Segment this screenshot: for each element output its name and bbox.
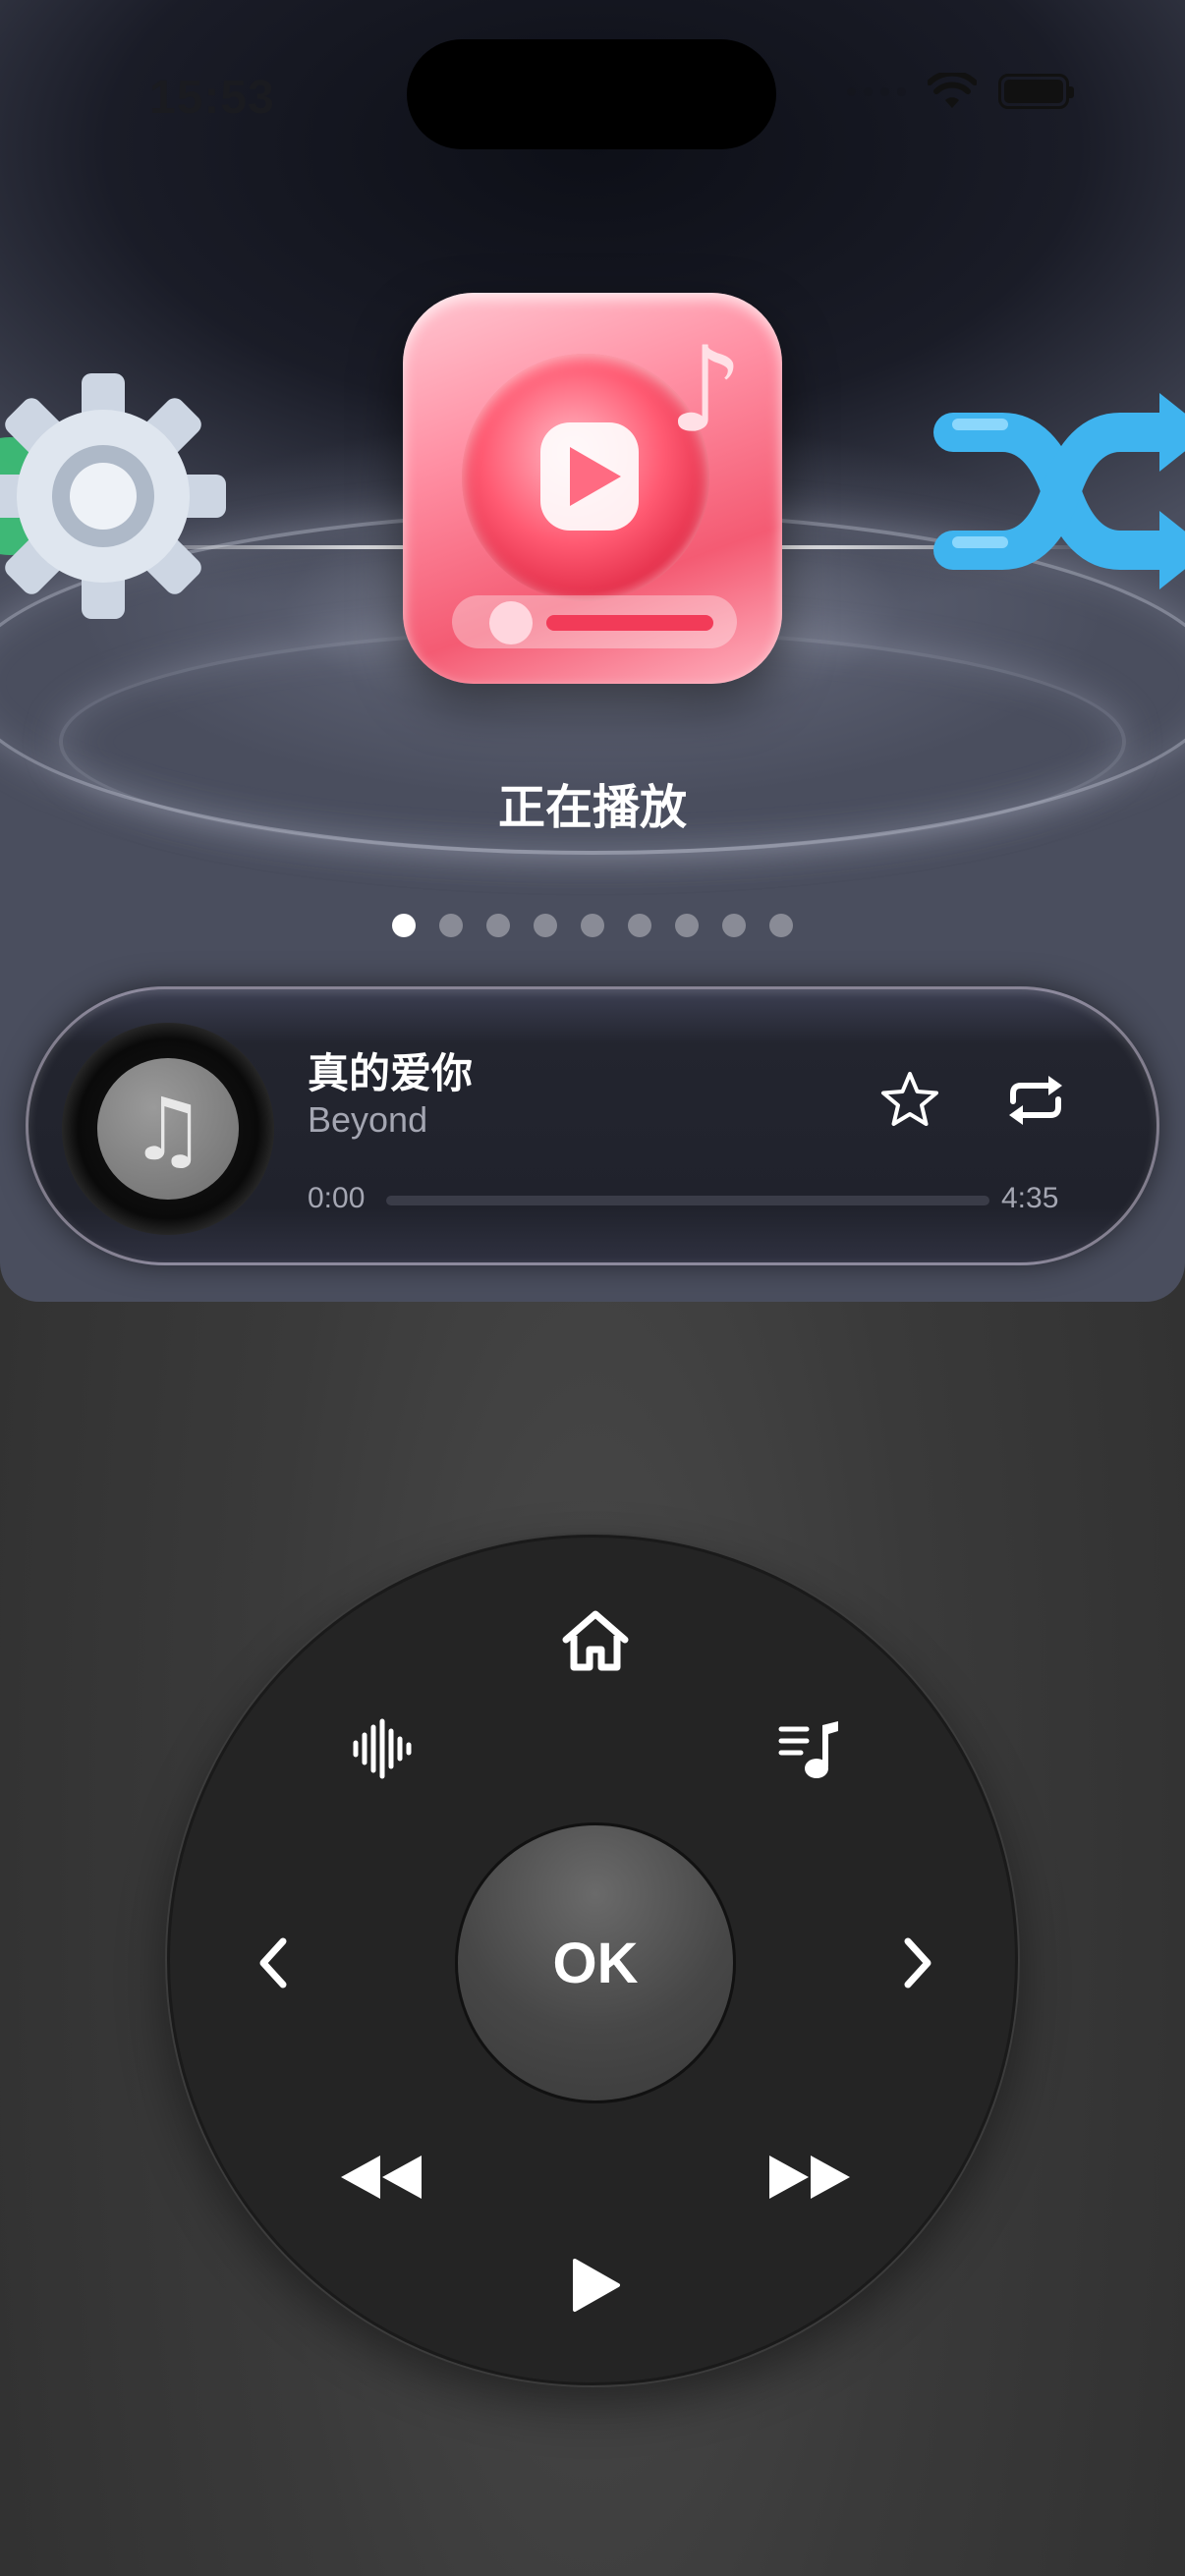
wifi-icon bbox=[928, 73, 977, 108]
progress-graphic bbox=[452, 595, 737, 648]
cellular-signal-icon bbox=[847, 86, 906, 96]
waveform-icon bbox=[353, 1718, 412, 1779]
rewind-icon bbox=[341, 2156, 422, 2199]
page-dot[interactable] bbox=[722, 914, 746, 937]
music-note-icon: ♪ bbox=[668, 322, 744, 459]
page-dot[interactable] bbox=[439, 914, 463, 937]
song-title: 真的爱你 bbox=[308, 1049, 474, 1097]
battery-icon bbox=[998, 74, 1074, 109]
right-button[interactable] bbox=[864, 1909, 972, 2017]
music-player-icon[interactable]: ♪ bbox=[403, 293, 782, 684]
page-dot[interactable] bbox=[675, 914, 699, 937]
status-time: 15:53 bbox=[149, 72, 275, 124]
dynamic-island bbox=[407, 39, 776, 149]
page-indicator[interactable] bbox=[0, 914, 1185, 937]
album-artwork: ♫ bbox=[62, 1023, 274, 1235]
current-app-label: 正在播放 bbox=[497, 780, 687, 835]
total-time: 4:35 bbox=[1001, 1182, 1059, 1214]
rewind-button[interactable] bbox=[327, 2123, 435, 2231]
page-dot[interactable] bbox=[486, 914, 510, 937]
song-artist: Beyond bbox=[308, 1099, 428, 1140]
star-icon bbox=[881, 1072, 938, 1126]
repeat-button[interactable] bbox=[1001, 1066, 1070, 1135]
current-time: 0:00 bbox=[308, 1182, 366, 1214]
page-dot[interactable] bbox=[534, 914, 557, 937]
remote-control-wheel: OK bbox=[167, 1535, 1018, 2385]
fast-forward-button[interactable] bbox=[756, 2123, 864, 2231]
chevron-right-icon bbox=[904, 1937, 931, 1988]
play-icon bbox=[573, 2259, 620, 2312]
now-playing-card[interactable]: ♫ 真的爱你 Beyond 0:00 4:35 bbox=[26, 986, 1159, 1265]
left-button[interactable] bbox=[219, 1909, 327, 2017]
gear-icon[interactable] bbox=[0, 354, 246, 639]
home-button[interactable] bbox=[541, 1587, 649, 1695]
playlist-icon bbox=[778, 1721, 838, 1778]
status-icons bbox=[847, 73, 1074, 110]
shuffle-icon[interactable] bbox=[933, 354, 1185, 639]
favorite-button[interactable] bbox=[875, 1066, 944, 1135]
ok-button[interactable]: OK bbox=[455, 1822, 736, 2103]
music-note-icon: ♫ bbox=[97, 1058, 239, 1200]
hero-carousel: 15:53 ♪ 正在播放 ♫ 真的爱你 Beyond 0:00 4:35 bbox=[0, 0, 1185, 1302]
page-dot[interactable] bbox=[392, 914, 416, 937]
page-dot[interactable] bbox=[628, 914, 651, 937]
repeat-icon bbox=[1009, 1076, 1062, 1125]
progress-bar[interactable] bbox=[386, 1196, 989, 1205]
page-dot[interactable] bbox=[581, 914, 604, 937]
fast-forward-icon bbox=[769, 2156, 850, 2199]
page-dot[interactable] bbox=[769, 914, 793, 937]
audio-button[interactable] bbox=[327, 1695, 435, 1803]
home-icon bbox=[562, 1610, 629, 1671]
play-button[interactable] bbox=[541, 2231, 649, 2339]
chevron-left-icon bbox=[259, 1937, 287, 1988]
playlist-button[interactable] bbox=[756, 1695, 864, 1803]
